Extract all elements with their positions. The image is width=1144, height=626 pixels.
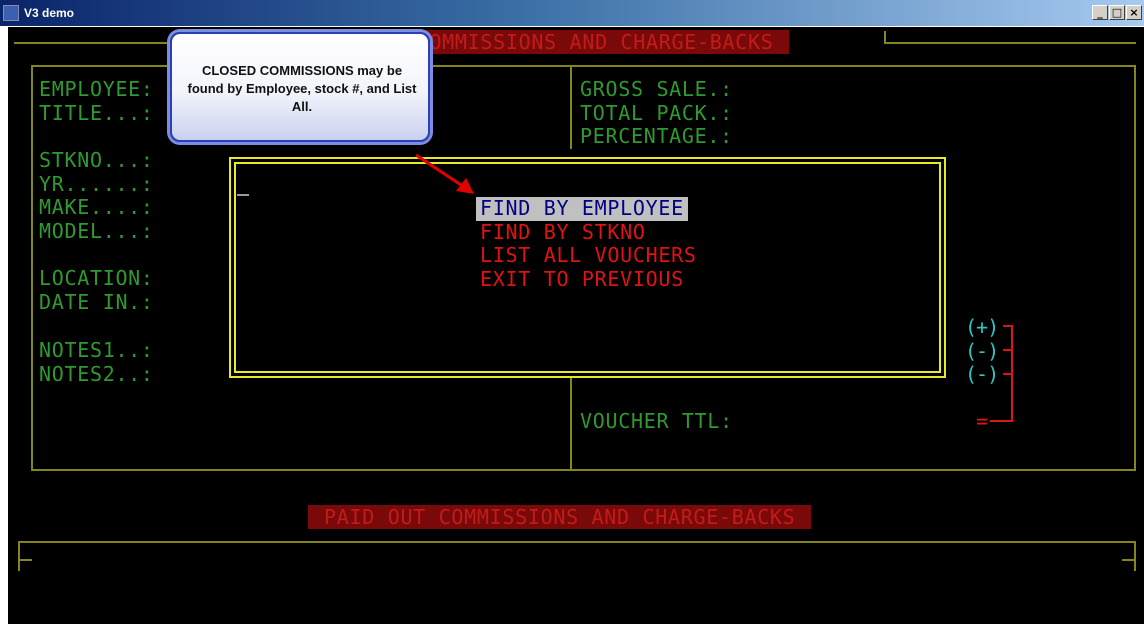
callout-text: CLOSED COMMISSIONS may be found by Emplo… bbox=[187, 63, 417, 114]
label-location: LOCATION: bbox=[39, 266, 154, 290]
frame-line-top-right bbox=[884, 42, 1136, 44]
bottom-frame-line bbox=[18, 541, 1136, 543]
bottom-frame-left bbox=[18, 541, 20, 571]
sum-bracket-tick-2 bbox=[1003, 349, 1011, 351]
marker-equals: = bbox=[976, 409, 989, 433]
label-model: MODEL...: bbox=[39, 219, 154, 243]
close-button[interactable]: × bbox=[1126, 5, 1142, 20]
frame-divider-vertical bbox=[570, 67, 572, 149]
sum-bracket-vertical bbox=[1011, 325, 1013, 422]
menu-item-exit-to-previous[interactable]: EXIT TO PREVIOUS bbox=[480, 267, 684, 292]
marker-minus-2: (-) bbox=[965, 362, 999, 386]
bottom-frame-right bbox=[1134, 541, 1136, 571]
label-percentage: PERCENTAGE.: bbox=[580, 124, 733, 148]
sum-bracket-tick-1 bbox=[1003, 325, 1011, 327]
frame-divider-vertical-lower bbox=[570, 376, 572, 469]
text-cursor bbox=[237, 194, 249, 196]
label-notes2: NOTES2..: bbox=[39, 362, 154, 386]
label-notes1: NOTES1..: bbox=[39, 338, 154, 362]
sum-bracket-tick-3 bbox=[1003, 373, 1011, 375]
label-total-pack: TOTAL PACK.: bbox=[580, 101, 733, 125]
sum-bracket-bottom bbox=[990, 420, 1013, 422]
label-voucher-ttl: VOUCHER TTL: bbox=[580, 409, 733, 433]
label-make: MAKE....: bbox=[39, 195, 154, 219]
label-employee: EMPLOYEE: bbox=[39, 77, 154, 101]
marker-plus: (+) bbox=[965, 315, 999, 339]
menu-item-list-all-vouchers[interactable]: LIST ALL VOUCHERS bbox=[480, 243, 697, 268]
minimize-button[interactable]: _ bbox=[1092, 5, 1108, 20]
label-date-in: DATE IN.: bbox=[39, 290, 154, 314]
menu-item-find-by-stkno[interactable]: FIND BY STKNO bbox=[480, 220, 646, 245]
window-controls: _ □ × bbox=[1091, 5, 1142, 20]
label-yr: YR......: bbox=[39, 172, 154, 196]
app-icon bbox=[3, 5, 19, 21]
marker-minus-1: (-) bbox=[965, 339, 999, 363]
bottom-frame-left-tick bbox=[18, 559, 32, 561]
header-paid-out-commissions: PAID OUT COMMISSIONS AND CHARGE-BACKS bbox=[308, 505, 812, 529]
label-title: TITLE...: bbox=[39, 101, 154, 125]
window-title: V3 demo bbox=[24, 6, 75, 20]
callout-tooltip: CLOSED COMMISSIONS may be found by Emplo… bbox=[170, 32, 430, 142]
label-stkno: STKNO...: bbox=[39, 148, 154, 172]
menu-item-find-by-employee[interactable]: FIND BY EMPLOYEE bbox=[476, 196, 688, 221]
maximize-button[interactable]: □ bbox=[1109, 5, 1125, 20]
label-gross-sale: GROSS SALE.: bbox=[580, 77, 733, 101]
bottom-frame-right-tick bbox=[1122, 559, 1136, 561]
window-titlebar[interactable]: V3 demo _ □ × bbox=[0, 0, 1144, 26]
